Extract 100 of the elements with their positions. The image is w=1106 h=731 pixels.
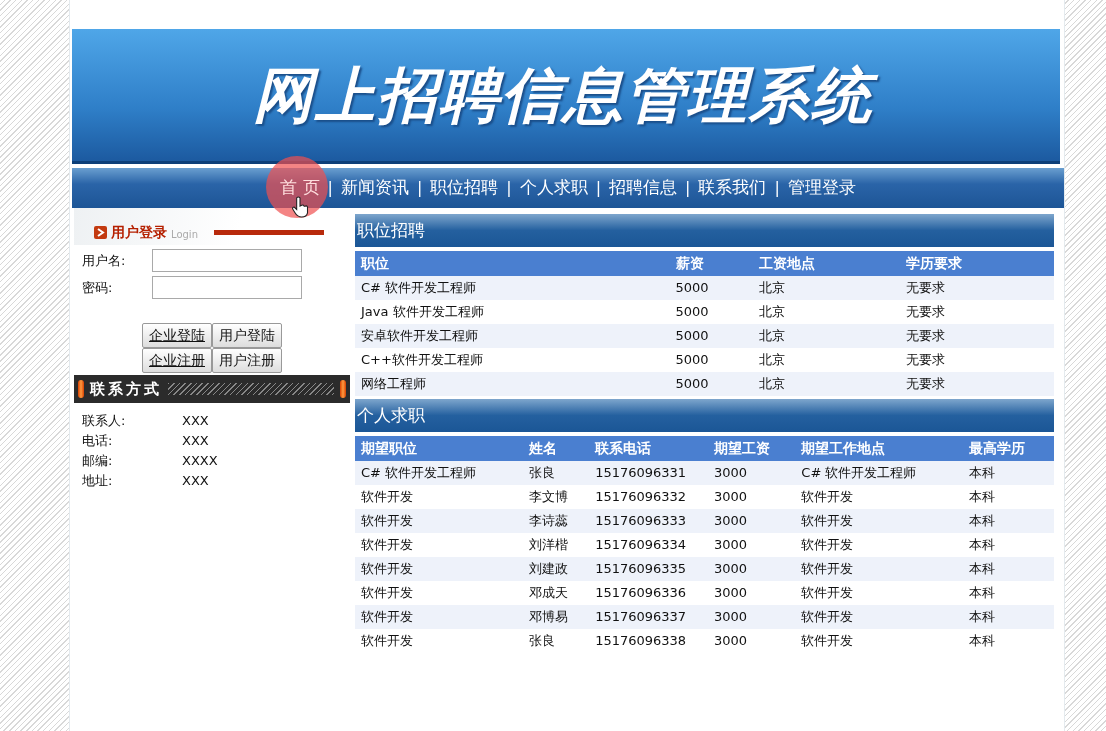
nav-link[interactable]: 首 页: [280, 177, 320, 198]
table-cell: 软件开发: [355, 605, 523, 629]
table-cell: 3000: [707, 605, 796, 629]
table-cell: 本科: [963, 509, 1054, 533]
table-cell: 软件开发: [795, 557, 964, 581]
table-cell-text: 软件开发: [360, 632, 414, 651]
table-cell: 5000: [669, 324, 754, 348]
table-cell-text: 5000: [674, 303, 710, 322]
table-cell: 3000: [707, 557, 796, 581]
nav-separator: |: [685, 177, 691, 199]
site-title: 网上招聘信息管理系统: [249, 54, 883, 136]
table-cell-text: 本科: [968, 536, 997, 555]
table-cell-text: 本科: [968, 488, 997, 507]
table-cell-text: 北京: [758, 303, 787, 322]
table-cell: 邓博易: [522, 605, 590, 629]
table-cell: 15176096333: [589, 509, 708, 533]
contact-title: 联系方式: [90, 378, 162, 400]
table-cell: 北京: [753, 372, 901, 396]
table-cell-text: 邓成天: [527, 584, 569, 603]
table-cell-text: 3000: [712, 536, 749, 555]
table-cell: 软件开发: [355, 509, 523, 533]
contact-label: 地址:: [82, 472, 114, 490]
table-cell: 本科: [963, 605, 1054, 629]
table-cell: 软件开发: [795, 605, 964, 629]
column-header: 联系电话: [589, 436, 708, 461]
contact-value: XXX: [182, 472, 209, 490]
table-cell-text: 软件开发: [360, 488, 414, 507]
nav-separator: |: [595, 177, 602, 199]
table-cell-text: 15176096336: [594, 584, 688, 603]
table-cell-text: 李文博: [527, 488, 569, 507]
nav-link[interactable]: 管理登录: [787, 175, 856, 201]
table-cell: C# 软件开发工程师: [355, 461, 523, 485]
table-cell: 软件开发: [795, 509, 964, 533]
field-label: 用户名:: [82, 251, 127, 270]
table-cell: 网络工程师: [355, 372, 670, 396]
table-cell-text: 15176096338: [594, 632, 688, 651]
user-button[interactable]: 用户登陆: [212, 323, 282, 348]
contact-label: 联系人:: [82, 412, 127, 430]
login-subtitle: Login: [171, 227, 198, 242]
table-cell: 李诗蕊: [522, 509, 590, 533]
capsule-icon: [78, 380, 84, 398]
table-cell-text: 5000: [674, 351, 710, 370]
table-cell-text: 刘洋楷: [527, 536, 569, 555]
user-button[interactable]: 用户注册: [212, 348, 282, 373]
table-cell: C# 软件开发工程师: [355, 276, 670, 300]
table-cell-text: 无要求: [905, 351, 947, 370]
table-cell: 刘建政: [522, 557, 590, 581]
table-cell-text: 软件开发: [800, 536, 855, 555]
input-field[interactable]: [152, 276, 302, 299]
table-cell: 15176096337: [589, 605, 708, 629]
table-cell: 本科: [963, 557, 1054, 581]
nav-link[interactable]: 联系我们: [698, 175, 767, 201]
table-cell-text: 15176096332: [594, 488, 688, 507]
nav-link[interactable]: 职位招聘: [430, 175, 499, 201]
table-cell: 5000: [669, 276, 754, 300]
table-cell-text: 软件开发: [360, 536, 414, 555]
field-label: 密码:: [82, 278, 114, 297]
table-cell: 无要求: [900, 324, 1054, 348]
table-cell: 北京: [753, 276, 901, 300]
contact-value: XXXX: [182, 452, 218, 470]
column-header: 最高学历: [963, 436, 1054, 461]
table-cell: 软件开发: [355, 557, 523, 581]
nav-link[interactable]: 招聘信息: [609, 175, 678, 201]
table-cell-text: 软件开发: [800, 584, 855, 603]
table-cell-text: 3000: [712, 632, 749, 651]
input-field[interactable]: [152, 249, 302, 272]
contact-label: 邮编:: [82, 452, 114, 470]
login-title: 用户登录: [111, 223, 167, 242]
table-cell: 无要求: [900, 276, 1054, 300]
table-cell: 安卓软件开发工程师: [355, 324, 670, 348]
table-cell-text: Java 软件开发工程师: [359, 303, 485, 322]
capsule-icon: [340, 380, 346, 398]
company-button[interactable]: 企业注册: [142, 348, 212, 373]
table-cell: 3000: [707, 509, 796, 533]
nav-separator: |: [416, 177, 423, 199]
table-cell: 5000: [669, 372, 754, 396]
table-cell: 张良: [522, 461, 590, 485]
column-header: 姓名: [522, 436, 590, 461]
table-cell: 15176096335: [589, 557, 708, 581]
column-header: 学历要求: [900, 251, 1054, 276]
nav-link[interactable]: 个人求职: [519, 175, 588, 201]
section-header: 职位招聘: [355, 214, 1054, 247]
column-header: 薪资: [669, 251, 754, 276]
table-cell-text: 15176096334: [594, 536, 688, 555]
table-cell: 本科: [963, 461, 1054, 485]
table-cell-text: 软件开发: [800, 632, 855, 651]
contact-value: XXX: [182, 412, 209, 430]
section-header: 个人求职: [355, 399, 1054, 432]
table-cell-text: 3000: [712, 584, 749, 603]
table-cell-text: 无要求: [905, 303, 947, 322]
table-cell-text: 本科: [968, 632, 997, 651]
nav-separator: |: [506, 177, 512, 199]
company-button[interactable]: 企业登陆: [142, 323, 212, 348]
contact-value: XXX: [182, 432, 209, 450]
column-header: 期望职位: [355, 436, 523, 461]
table-cell: C# 软件开发工程师: [795, 461, 964, 485]
table-cell: 北京: [753, 324, 901, 348]
table-cell-text: 3000: [712, 488, 749, 507]
nav-link[interactable]: 新闻资讯: [340, 175, 409, 201]
table-cell-text: 软件开发: [800, 488, 855, 507]
